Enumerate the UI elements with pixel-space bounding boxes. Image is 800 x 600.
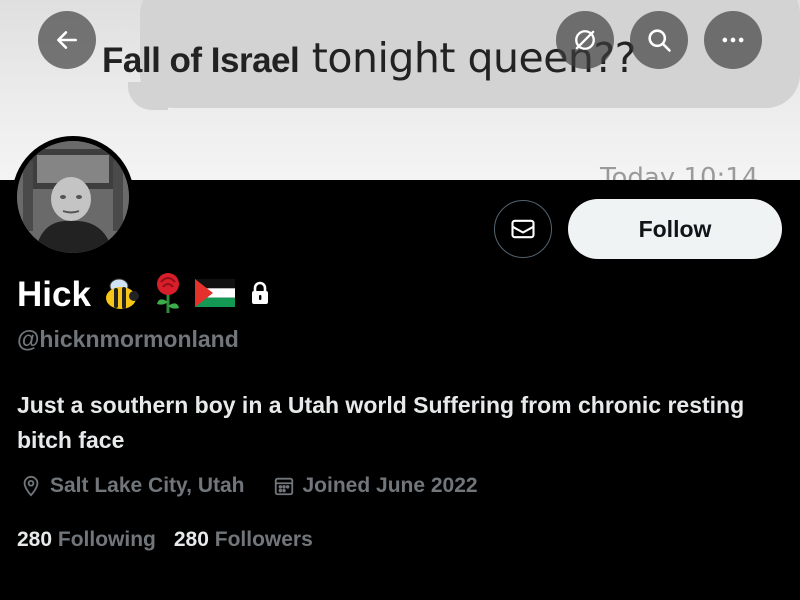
- lock-icon: [249, 281, 271, 309]
- search-icon: [648, 29, 671, 52]
- follow-button[interactable]: Follow: [568, 199, 782, 259]
- avatar-photo: [17, 141, 129, 253]
- message-bubble-tail: [128, 82, 168, 110]
- calendar-icon: [274, 477, 293, 496]
- bee-emoji: [101, 274, 141, 316]
- location-pin-icon: [23, 475, 39, 497]
- more-horizontal-icon: [722, 37, 744, 43]
- display-name: Hick: [17, 275, 91, 314]
- followers-stat[interactable]: 280 Followers: [174, 528, 313, 552]
- rose-emoji: [151, 272, 185, 318]
- location-text: Salt Lake City, Utah: [50, 474, 245, 497]
- message-button[interactable]: [494, 200, 552, 258]
- arrow-left-icon: [57, 31, 77, 49]
- following-count: 280: [17, 528, 53, 551]
- envelope-icon: [511, 219, 535, 239]
- following-label: Following: [57, 528, 156, 551]
- location-item: Salt Lake City, Utah: [20, 474, 245, 498]
- back-button[interactable]: [38, 11, 96, 69]
- following-stat[interactable]: 280 Following: [17, 528, 156, 552]
- more-button[interactable]: [704, 11, 762, 69]
- profile-meta: Salt Lake City, Utah Joined June 2022: [20, 474, 506, 498]
- followers-label: Followers: [214, 528, 313, 551]
- palestine-flag-emoji: [194, 279, 235, 311]
- followers-count: 280: [173, 528, 209, 551]
- joined-item: Joined June 2022: [273, 474, 478, 498]
- search-button[interactable]: [630, 11, 688, 69]
- eye-off-icon: [575, 30, 595, 50]
- banner-text-bold: Fall of Israel: [102, 41, 300, 80]
- user-handle: @hicknmormonland: [17, 326, 239, 352]
- follow-stats: 280 Following 280 Followers: [17, 528, 331, 552]
- user-bio: Just a southern boy in a Utah world Suff…: [17, 392, 745, 453]
- avatar-illustration: [17, 141, 129, 253]
- joined-text: Joined June 2022: [302, 474, 478, 497]
- banner-timestamp: Today 10:14: [600, 163, 759, 180]
- avatar[interactable]: [12, 136, 134, 258]
- hide-button[interactable]: [556, 11, 614, 69]
- name-row: Hick: [17, 272, 271, 318]
